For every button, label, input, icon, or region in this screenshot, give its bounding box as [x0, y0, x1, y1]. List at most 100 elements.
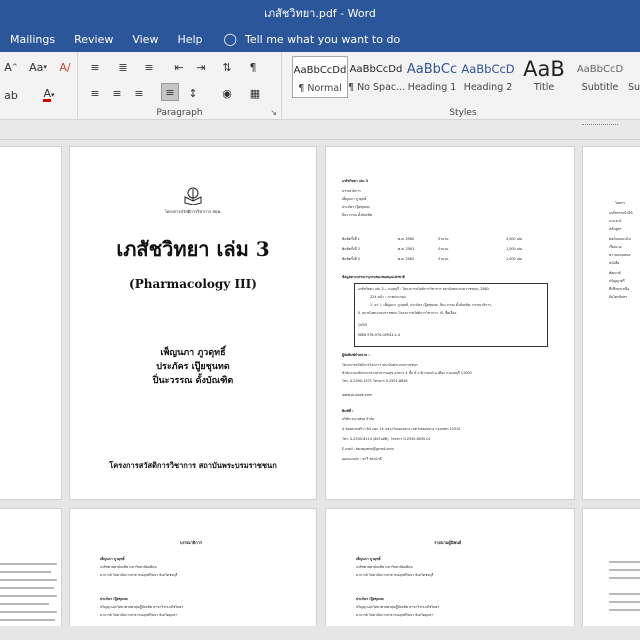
distributor-line-3: โทร. 0-2590-1971 โทรสาร 0-2591-8626 — [342, 379, 408, 383]
window-title: เภสัชวิทยา.pdf - Word — [264, 7, 376, 20]
print-3-label: พิมพ์ครั้งที่ 3 — [342, 257, 360, 261]
printer-line-1: บริษัท ธนาเพรส จำกัด — [342, 417, 375, 421]
align-center-icon[interactable]: ≡ — [108, 84, 126, 102]
authors-heading: รายนามผู้นิพนธ์ — [434, 540, 462, 545]
font-group-partial: A ^ Aa ▾ A∕ ab A ▾ — [0, 52, 78, 120]
tab-help[interactable]: Help — [167, 33, 211, 46]
align-right-icon[interactable]: ≡ — [130, 84, 148, 102]
show-marks-icon[interactable]: ¶ — [244, 58, 262, 76]
editors-entry-2-line-2: อาจารย์ วิทยาลัยการสาธารณสุขสิรินธร จังห… — [100, 613, 178, 617]
printer-line-3: โทร. 0-2530-6114 (อัตโนมัติ), โทรสาร 0-2… — [342, 437, 431, 441]
distributor-line-1: โครงการสวัสดิการวิชาการ สถาบันพระบรมราชช… — [342, 363, 418, 367]
style-title[interactable]: AaB Title — [516, 56, 572, 98]
authors-entry-1-line-2: อาจารย์ วิทยาลัยการสาธารณสุขสิรินธร จังห… — [356, 573, 434, 577]
tab-review[interactable]: Review — [64, 33, 122, 46]
increase-indent-icon[interactable]: ⇥ — [192, 58, 210, 76]
style-subtitle[interactable]: AaBbCcD Subtitle — [572, 56, 628, 98]
sort-icon[interactable]: ⇅ — [218, 58, 236, 76]
style-normal[interactable]: AaBbCcDd ¶ Normal — [292, 56, 348, 98]
ruler-indent-marker[interactable] — [582, 124, 618, 133]
catalog-line-5: QV55 — [358, 323, 368, 327]
print-1-qty-label: จำนวน — [438, 237, 449, 241]
authors-page[interactable]: รายนามผู้นิพนธ์ เพ็ญนภา ภูวดุทธิ์ เภสัชศ… — [325, 508, 575, 638]
print-3-qty: 1,000 เล่ม — [506, 257, 523, 261]
side-line-5: ต่อนับบนบนไม่ — [609, 237, 631, 241]
document-page-bottom-right-partial[interactable] — [582, 508, 640, 638]
ribbon: A ^ Aa ▾ A∕ ab A ▾ ≡ ≣ ≡ ⇤ ⇥ ⇅ ¶ ≡ ≡ ≡ ≡ ↕ … — [0, 52, 640, 120]
highlight-icon[interactable]: ab — [2, 86, 20, 104]
style-subtle-partial[interactable]: Su — [628, 56, 640, 98]
print-2-label: พิมพ์ครั้งที่ 2 — [342, 247, 360, 251]
cover-subtitle: (Pharmacology III) — [129, 277, 257, 291]
clear-format-icon[interactable]: A∕ — [56, 58, 74, 76]
distributor-line-2: สำนักงานปลัดกระทรวงสาธารณสุข อาคาร 4 ชั้… — [342, 371, 472, 375]
align-left-icon[interactable]: ≡ — [86, 84, 104, 102]
editor-label: บรรณาธิการ — [342, 189, 361, 193]
tell-me-box[interactable]: ◯ Tell me what you want to do — [212, 32, 401, 46]
tab-view[interactable]: View — [122, 33, 167, 46]
editors-entry-2-line-1: ปริญญาเอกวิทยาศาสตรดุษฎีบัณฑิต สาขาวิชาเ… — [100, 605, 184, 609]
editors-heading: บรรณาธิการ — [180, 540, 203, 545]
tell-me-text: Tell me what you want to do — [244, 32, 401, 46]
side-line-3: นะแจะนั — [609, 219, 622, 223]
printer-line-5: ออกแบบปก : ชาวี รัตนโกลี — [342, 457, 382, 461]
document-page-right-partial[interactable]: โดยกร เภสัชกรรมไปให้ นะแจะนั หลักสูตร ต่… — [582, 146, 640, 500]
editors-page[interactable]: บรรณาธิการ เพ็ญนภา ภูวดุทธิ์ เภสัชศาสตรบ… — [69, 508, 317, 638]
line-spacing-icon[interactable]: ↕ — [184, 84, 202, 102]
printer-line-4: E-mail : tanapress@gmail.com — [342, 447, 394, 451]
paragraph-group: ≡ ≣ ≡ ⇤ ⇥ ⇅ ¶ ≡ ≡ ≡ ≡ ↕ ◉ ▦ Paragraph ↘ — [78, 52, 282, 120]
cover-title: เภสัชวิทยา เล่ม 3 — [116, 237, 270, 261]
catalog-line-1: เภสัชวิทยา เล่ม 3.-- นนทบุรี : โครงการสว… — [358, 287, 490, 291]
ribbon-tabs: Mailings Review View Help ◯ Tell me what… — [0, 26, 640, 52]
change-case-button[interactable]: Aa ▾ — [26, 58, 50, 76]
side-line-10: ปรัญญาตรี — [609, 279, 625, 283]
institute-logo-icon — [182, 187, 204, 206]
side-line-7: ความดลมหนส — [609, 253, 631, 257]
copyright-page[interactable]: เภสัชวิทยา เล่ม 3 บรรณาธิการ เพ็ญนภา ภูว… — [325, 146, 575, 500]
editor-1: เพ็ญนภา ภูวดุทธิ์ — [342, 197, 367, 201]
print-1-year: พ.ศ. 2560 — [398, 237, 415, 241]
side-line-6: เรียนเกอ — [609, 245, 622, 249]
print-3-year: พ.ศ. 2562 — [398, 257, 415, 261]
authors-entry-2-name: ประภัคร เปู๊ยชุนทด — [356, 597, 384, 601]
side-line-12: ปัยไตรบับพา — [609, 295, 628, 299]
font-color-button[interactable]: A ▾ — [40, 86, 58, 104]
catalog-line-4: II. สถาบันพระบรมราชชนก โครงการสวัสดิการว… — [358, 311, 458, 315]
ruler-strip — [0, 120, 640, 140]
borders-icon[interactable]: ▦ — [246, 84, 264, 102]
cover-publisher: โครงการสวัสดิการวิชาการ สถาบันพระบรมราชช… — [109, 461, 277, 470]
title-bar: เภสัชวิทยา.pdf - Word — [0, 0, 640, 26]
print-1-label: พิมพ์ครั้งที่ 1 — [342, 237, 360, 241]
styles-group: AaBbCcDd ¶ Normal AaBbCcDd ¶ No Spac... … — [286, 52, 640, 120]
distributor-line-4: www.pi-book.com — [342, 393, 372, 397]
tab-mailings[interactable]: Mailings — [0, 33, 64, 46]
print-3-qty-label: จำนวน — [438, 257, 449, 261]
bullets-icon[interactable]: ≡ — [86, 58, 104, 76]
justify-icon[interactable]: ≡ — [161, 83, 179, 101]
font-color-icon: A — [43, 87, 51, 102]
paragraph-launcher-icon[interactable]: ↘ — [270, 108, 277, 117]
style-no-spacing[interactable]: AaBbCcDd ¶ No Spac... — [348, 56, 404, 98]
authors-entry-1-name: เพ็ญนภา ภูวดุทธิ์ — [356, 557, 381, 561]
editors-entry-2-name: ประภัคร เปู๊ยชุนทด — [100, 597, 128, 601]
cover-page[interactable]: โครงการสวัสดิการวิชาการ สบพ. เภสัชวิทยา … — [69, 146, 317, 500]
grow-font-icon[interactable]: A ^ — [2, 58, 20, 76]
print-2-qty: 1,000 เล่ม — [506, 247, 523, 251]
print-2-qty-label: จำนวน — [438, 247, 449, 251]
side-line-1: โดยกร — [615, 201, 625, 205]
editor-3: ปิ่นะวรรณ ดั้งบัณฑิต — [342, 213, 373, 217]
decrease-indent-icon[interactable]: ⇤ — [170, 58, 188, 76]
side-line-9: พัฒนาตั — [609, 271, 621, 275]
cover-author-1: เพ็ญนภา ภูวดุทธิ์ — [160, 348, 226, 358]
shading-icon[interactable]: ◉ — [218, 84, 236, 102]
side-line-4: หลักสูตร — [609, 227, 622, 231]
printer-header: พิมพ์ที่ : — [342, 409, 354, 413]
style-heading-2[interactable]: AaBbCcD Heading 2 — [460, 56, 516, 98]
numbering-icon[interactable]: ≣ — [114, 58, 132, 76]
side-line-11: ที่ปรึกษาเหนือ — [609, 287, 630, 291]
document-page-left-partial[interactable] — [0, 146, 62, 500]
style-heading-1[interactable]: AaBbCc Heading 1 — [404, 56, 460, 98]
document-page-bottom-left-partial[interactable] — [0, 508, 62, 638]
multilevel-list-icon[interactable]: ≡ — [140, 58, 158, 76]
editor-2: ประภัคร เปู๊ยชุนทด — [342, 205, 370, 209]
